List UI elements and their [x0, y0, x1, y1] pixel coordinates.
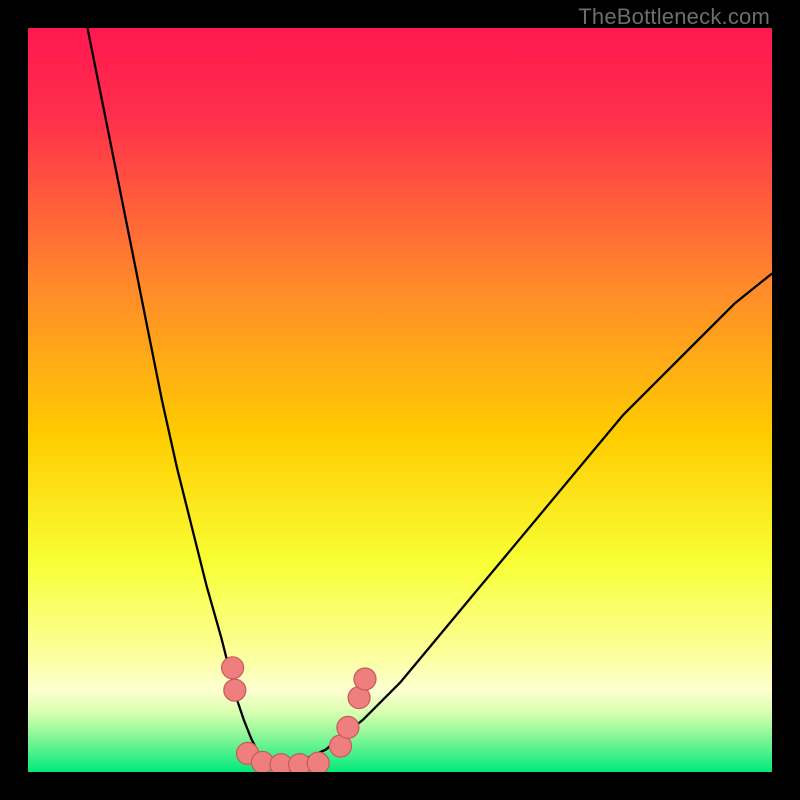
plot-area — [28, 28, 772, 772]
data-point — [222, 657, 244, 679]
chart-frame: TheBottleneck.com — [0, 0, 800, 800]
data-point — [337, 716, 359, 738]
data-point — [354, 668, 376, 690]
data-point — [224, 679, 246, 701]
data-point — [307, 752, 329, 772]
gradient-background — [28, 28, 772, 772]
chart-svg — [28, 28, 772, 772]
watermark-text: TheBottleneck.com — [578, 4, 770, 30]
